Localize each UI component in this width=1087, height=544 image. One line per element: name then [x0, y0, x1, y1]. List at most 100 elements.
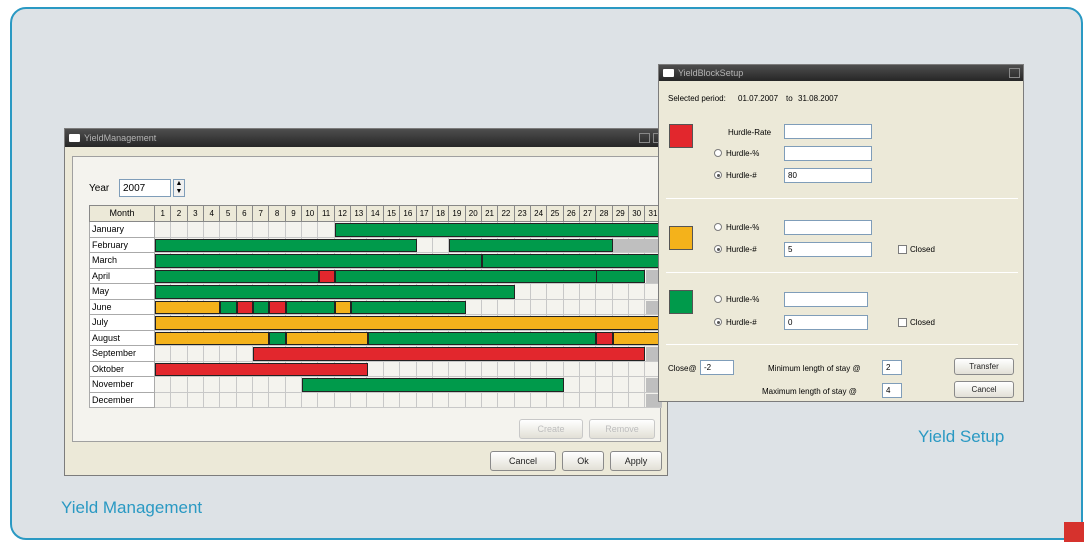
day-cell[interactable] [220, 392, 237, 408]
yield-block-bar[interactable] [285, 300, 335, 314]
day-cell[interactable] [596, 299, 613, 315]
day-cell[interactable] [579, 299, 597, 315]
day-cell[interactable] [579, 284, 597, 300]
day-cell[interactable] [302, 222, 319, 238]
closed-checkbox[interactable] [898, 318, 907, 327]
yield-calendar-grid[interactable]: Month 1 2 3 4 5 6 7 8 9 10 11 12 13 14 15 16 17 18 19 20 21 2… [89, 205, 662, 409]
day-cell[interactable] [302, 392, 319, 408]
yield-block-bar[interactable] [155, 238, 417, 252]
month-row[interactable]: Oktober [89, 361, 662, 377]
day-cell[interactable] [318, 392, 335, 408]
hurdle-num-input[interactable]: 5 [784, 242, 872, 257]
maximize-icon[interactable] [1009, 68, 1020, 78]
cancel-button[interactable]: Cancel [490, 451, 556, 471]
day-cell[interactable] [269, 222, 286, 238]
day-cell[interactable] [481, 361, 499, 377]
yield-block-bar[interactable] [367, 331, 597, 345]
yield-block-bar[interactable] [351, 300, 466, 314]
day-cell[interactable] [498, 392, 515, 408]
yield-block-bar[interactable] [253, 300, 270, 314]
day-cell[interactable] [498, 361, 515, 377]
day-cell[interactable] [579, 377, 597, 393]
day-cell[interactable] [612, 299, 629, 315]
month-row[interactable]: November [89, 377, 662, 393]
day-cell[interactable] [416, 392, 433, 408]
day-cell[interactable] [432, 361, 450, 377]
month-row[interactable]: January [89, 222, 662, 238]
day-cell[interactable] [187, 392, 205, 408]
year-input[interactable] [119, 179, 171, 197]
maximize-icon[interactable] [639, 133, 650, 143]
day-cell[interactable] [547, 361, 564, 377]
day-cell[interactable] [269, 392, 286, 408]
day-cell[interactable] [416, 361, 433, 377]
spinner-up-icon[interactable]: ▲ [174, 180, 184, 188]
spinner-down-icon[interactable]: ▼ [174, 188, 184, 196]
day-cell[interactable] [155, 392, 172, 408]
yield-block-bar[interactable] [253, 347, 646, 361]
day-cell[interactable] [253, 392, 270, 408]
month-row[interactable]: September [89, 346, 662, 362]
month-row[interactable]: June [89, 299, 662, 315]
day-cell[interactable] [204, 377, 221, 393]
day-cell[interactable] [204, 392, 221, 408]
day-cell[interactable] [285, 377, 303, 393]
day-cell[interactable] [465, 299, 482, 315]
day-cell[interactable] [187, 346, 205, 362]
day-cell[interactable] [253, 377, 270, 393]
yield-block-bar[interactable] [302, 378, 564, 392]
day-cell[interactable] [465, 361, 482, 377]
yield-block-bar[interactable] [220, 300, 237, 314]
day-cell[interactable] [334, 392, 352, 408]
day-cell[interactable] [530, 361, 548, 377]
day-cell[interactable] [383, 392, 401, 408]
yield-block-bar[interactable] [269, 300, 286, 314]
day-cell[interactable] [547, 284, 564, 300]
day-cell[interactable] [220, 377, 237, 393]
day-cell[interactable] [383, 361, 401, 377]
day-cell[interactable] [171, 392, 188, 408]
day-cell[interactable] [187, 222, 205, 238]
hurdle-pct-radio[interactable] [714, 223, 722, 231]
day-cell[interactable] [204, 346, 221, 362]
yield-block-bar[interactable] [285, 331, 368, 345]
day-cell[interactable] [465, 392, 482, 408]
day-cell[interactable] [579, 392, 597, 408]
day-cell[interactable] [236, 222, 254, 238]
day-cell[interactable] [628, 361, 646, 377]
yield-block-bar[interactable] [155, 285, 515, 299]
day-cell[interactable] [530, 284, 548, 300]
day-cell[interactable] [628, 392, 646, 408]
yield-block-bar[interactable] [269, 331, 286, 345]
day-cell[interactable] [547, 299, 564, 315]
day-cell[interactable] [563, 392, 580, 408]
day-cell[interactable] [285, 392, 303, 408]
day-cell[interactable] [432, 392, 450, 408]
month-row[interactable]: May [89, 284, 662, 300]
day-cell[interactable] [628, 299, 646, 315]
yield-block-bar[interactable] [155, 269, 319, 283]
yield-block-bar[interactable] [334, 269, 613, 283]
day-cell[interactable] [596, 377, 613, 393]
day-cell[interactable] [204, 222, 221, 238]
hurdle-num-radio[interactable] [714, 318, 722, 326]
day-cell[interactable] [547, 392, 564, 408]
yield-block-bar[interactable] [155, 316, 662, 330]
hurdle-num-radio[interactable] [714, 245, 722, 253]
month-row[interactable]: February [89, 237, 662, 253]
day-cell[interactable] [530, 299, 548, 315]
yield-block-bar[interactable] [596, 269, 646, 283]
day-cell[interactable] [367, 361, 384, 377]
day-cell[interactable] [155, 377, 172, 393]
day-cell[interactable] [253, 222, 270, 238]
month-row[interactable]: March [89, 253, 662, 269]
day-cell[interactable] [367, 392, 384, 408]
day-cell[interactable] [285, 222, 303, 238]
day-cell[interactable] [351, 392, 368, 408]
day-cell[interactable] [171, 222, 188, 238]
day-cell[interactable] [612, 284, 629, 300]
yield-block-bar[interactable] [449, 238, 613, 252]
hurdle-num-radio[interactable] [714, 171, 722, 179]
create-button[interactable]: Create [519, 419, 583, 439]
day-cell[interactable] [596, 361, 613, 377]
